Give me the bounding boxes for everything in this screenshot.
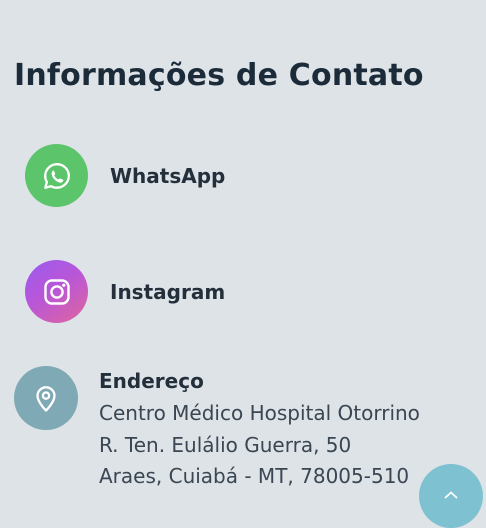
- map-pin-icon: [14, 366, 78, 430]
- whatsapp-icon: [25, 144, 88, 207]
- address-line-city: Araes, Cuiabá - MT, 78005-510: [99, 464, 410, 488]
- address-block: Endereço Centro Médico Hospital Otorrino…: [14, 366, 420, 488]
- address-text: Endereço Centro Médico Hospital Otorrino…: [99, 368, 420, 493]
- chevron-up-icon: [444, 491, 458, 499]
- whatsapp-link[interactable]: WhatsApp: [25, 144, 225, 207]
- address-heading: Endereço: [99, 369, 204, 393]
- instagram-link[interactable]: Instagram: [25, 260, 225, 323]
- back-to-top-button[interactable]: [419, 464, 483, 528]
- section-title: Informações de Contato: [14, 58, 424, 93]
- instagram-icon: [25, 260, 88, 323]
- address-line-street: R. Ten. Eulálio Guerra, 50: [99, 432, 352, 457]
- address-line-clinic: Centro Médico Hospital Otorrino: [99, 401, 420, 425]
- instagram-label: Instagram: [110, 279, 226, 304]
- whatsapp-label: WhatsApp: [110, 163, 226, 188]
